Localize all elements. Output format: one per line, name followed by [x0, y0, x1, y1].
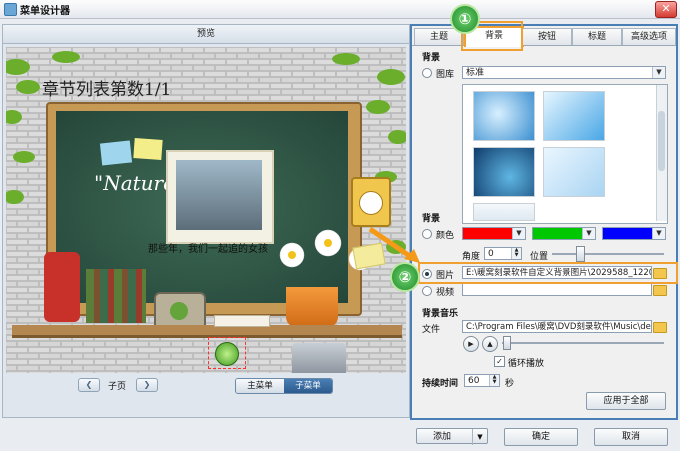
music-file-field[interactable]: C:\Program Files\暖窝\DVD刻录软件\Music\defa: [462, 320, 652, 333]
duration-spinbox[interactable]: 60 ▲ ▼: [464, 374, 500, 387]
tab-strip: 主题 背景 按钮 标题 高级选项: [412, 26, 676, 47]
music-section-label: 背景音乐: [422, 309, 459, 319]
angle-value: 0: [488, 249, 494, 259]
trash-can-decoration: [292, 343, 346, 373]
preview-canvas: "Nature 章节列表第数1/1 那些年，我们一起追的女孩: [6, 47, 406, 373]
step-one-badge: ①: [450, 4, 480, 34]
loop-label: 循环播放: [508, 359, 545, 369]
chevron-down-icon[interactable]: ▼: [472, 429, 487, 445]
title-bar: 菜单设计器 ✕: [0, 0, 680, 19]
gallery-thumb-5[interactable]: [473, 203, 535, 221]
nature-text: "Nature: [94, 171, 175, 195]
video-path-field[interactable]: [462, 283, 652, 296]
apply-all-button[interactable]: 应用于全部: [586, 392, 666, 410]
clock-decoration: [351, 177, 391, 227]
close-button[interactable]: ✕: [655, 1, 677, 18]
preview-header: 预览: [3, 25, 409, 44]
file-label: 文件: [422, 325, 441, 335]
next-page-button[interactable]: ❯: [136, 378, 158, 392]
main-menu-tab[interactable]: 主菜单: [236, 379, 284, 393]
duration-unit: 秒: [505, 379, 515, 389]
preview-panel: 预览 "Nature 章节列表第数1/1 那些年，我们一起追的女孩 ❮ 子页 ❯…: [2, 24, 410, 418]
gallery-scrollbar[interactable]: [656, 85, 667, 221]
position-label: 位置: [530, 252, 549, 262]
gallery-thumb-3[interactable]: [473, 147, 535, 197]
image-highlight-box: [418, 262, 678, 284]
gallery-thumb-2[interactable]: [543, 91, 605, 141]
chevron-down-icon: ▼: [652, 67, 665, 78]
tab-title[interactable]: 标题: [572, 28, 622, 45]
sub-menu-tab[interactable]: 子菜单: [284, 379, 332, 393]
folder-icon[interactable]: [653, 285, 667, 296]
video-label: 视频: [436, 288, 455, 298]
page-label: 子页: [108, 382, 127, 392]
background-section-label-2: 背景: [422, 214, 441, 224]
open-book: [214, 315, 270, 327]
color-swatch-1[interactable]: ▼: [462, 227, 526, 240]
window-title: 菜单设计器: [20, 6, 70, 17]
play-icon[interactable]: ▶: [463, 336, 479, 352]
angle-spinbox[interactable]: 0 ▲ ▼: [484, 247, 522, 260]
add-button-label: 添加: [433, 432, 452, 442]
pointer-arrow-icon: [368, 226, 420, 263]
cancel-button[interactable]: 取消: [594, 428, 668, 446]
music-slider-handle[interactable]: [503, 336, 511, 350]
gallery-thumb-1[interactable]: [473, 91, 535, 141]
sticky-note-yellow: [133, 138, 163, 160]
gallery-label: 图库: [436, 70, 455, 80]
city-photo: [166, 150, 274, 244]
canvas-title: 章节列表第数1/1: [42, 80, 172, 100]
tab-advanced[interactable]: 高级选项: [622, 28, 676, 45]
gallery-thumb-4[interactable]: [543, 147, 605, 197]
color-swatch-2[interactable]: ▼: [532, 227, 596, 240]
stop-icon[interactable]: ▲: [482, 336, 498, 352]
video-radio[interactable]: [422, 286, 432, 296]
color-swatch-3[interactable]: ▼: [602, 227, 666, 240]
tab-buttons[interactable]: 按钮: [522, 28, 572, 45]
background-section-label: 背景: [422, 53, 441, 63]
color-label: 颜色: [436, 231, 455, 241]
position-slider-handle[interactable]: [576, 246, 585, 262]
loop-checkbox[interactable]: ✓: [494, 356, 505, 367]
books-decoration: [86, 269, 146, 323]
selected-button-frame[interactable]: [208, 337, 246, 369]
background-gallery: [462, 84, 668, 224]
shelf: [12, 325, 402, 338]
position-slider-track[interactable]: [552, 253, 664, 255]
step-two-badge: ②: [390, 262, 420, 292]
page-navigation: ❮ 子页 ❯: [78, 378, 160, 392]
music-slider-track[interactable]: [502, 342, 664, 344]
sticky-note-blue: [99, 140, 133, 166]
gallery-select-value: 标准: [466, 68, 485, 78]
menu-switch: 主菜单 子菜单: [235, 378, 333, 394]
folder-icon[interactable]: [653, 322, 667, 333]
app-icon: [4, 3, 17, 16]
angle-label: 角度: [462, 252, 481, 262]
gallery-select[interactable]: 标准 ▼: [462, 66, 666, 79]
prev-page-button[interactable]: ❮: [78, 378, 100, 392]
ok-button[interactable]: 确定: [504, 428, 578, 446]
gallery-radio[interactable]: [422, 68, 432, 78]
add-button[interactable]: 添加 ▼: [416, 428, 488, 445]
canvas-caption: 那些年，我们一起追的女孩: [148, 244, 268, 255]
duration-label: 持续时间: [422, 379, 459, 389]
duration-value: 60: [468, 376, 480, 386]
telephone-decoration: [44, 252, 80, 322]
